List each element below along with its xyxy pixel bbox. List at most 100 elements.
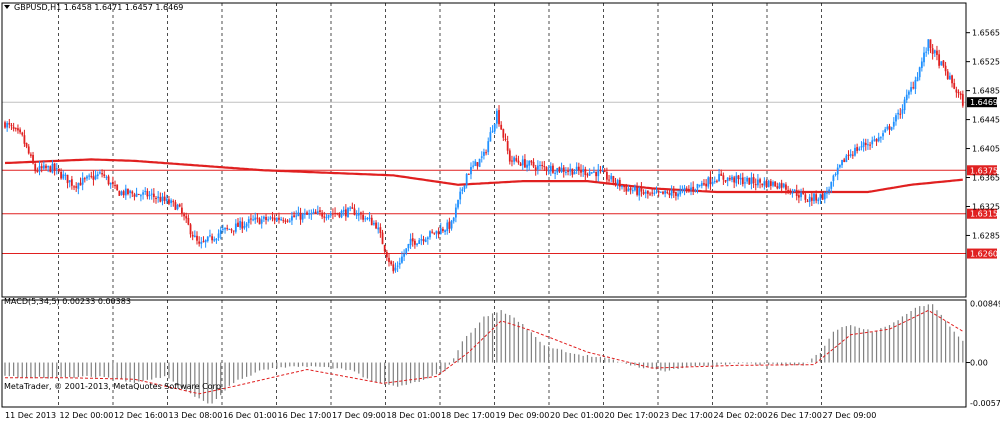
candle-body [431,231,434,233]
candle-body [884,129,887,133]
candle-body [703,183,705,185]
candle-body [668,192,671,196]
candle-body [338,212,341,217]
candle-body [187,217,190,225]
candle-body [826,192,828,194]
candle-body [549,166,552,172]
candle-body [170,200,173,204]
candle-body [381,232,384,245]
candle-body [88,175,91,177]
time-label: 16 Dec 01:00 [223,411,277,420]
price-tick-label: 1.6325 [972,202,1000,211]
candle-body [239,221,242,228]
candle-body [946,71,949,80]
candle-body [148,194,151,197]
candle-body [375,222,377,229]
candle-body [297,212,300,217]
candle-body [836,167,839,175]
candle-body [168,199,170,204]
candle-body [567,170,569,172]
candle-body [785,184,787,190]
candle-body [513,157,516,162]
time-label: 18 Dec 01:00 [387,411,441,420]
candle-body [323,216,326,218]
candle-body [58,168,60,171]
candle-body [275,218,278,222]
time-label: 27 Dec 09:00 [823,411,877,420]
candle-body [183,214,185,217]
candle-body [271,217,274,219]
time-axis: 11 Dec 2013 12 Dec 00:00 12 Dec 16:00 13 De… [5,411,876,420]
candle-body [204,240,207,243]
candle-body [815,194,818,201]
candle-body [142,192,144,195]
candle-body [68,180,71,183]
candle-body [806,200,809,202]
current-price-label: 1.6469 [970,98,998,107]
candle-body [439,228,442,235]
time-label: 11 Dec 2013 [5,411,56,420]
candle-body [741,177,744,185]
candle-body [761,183,764,186]
candle-body [929,39,932,48]
candle-body [377,227,380,230]
candle-body [448,221,451,229]
candle-body [273,217,276,221]
candle-body [519,163,522,166]
candle-body [21,132,24,135]
watermark: MetaTrader, © 2001-2013, MetaQuotes Soft… [4,382,223,391]
candle-body [457,199,459,208]
candle-body [340,211,343,218]
candle-body [843,159,846,162]
candle-body [780,182,783,188]
candle-body [927,39,930,51]
candle-body [127,188,129,195]
trading-chart[interactable]: 1.63751.63151.62601.6469 0.008490.00-0.0… [0,0,1000,423]
candle-body [243,226,246,228]
candle-body [342,210,345,212]
candle-body [677,193,679,197]
candle-body [47,166,50,168]
candle-body [804,194,807,200]
candle-body [767,180,770,188]
candle-body [895,115,897,122]
time-label: 24 Dec 02:00 [714,411,768,420]
candle-body [327,215,330,218]
candle-body [560,168,563,173]
candle-body [437,231,440,235]
candle-body [152,193,155,198]
candle-body [923,52,925,63]
candle-body [543,166,546,168]
candle-body [672,189,675,194]
candle-body [405,248,408,254]
candle-body [385,252,388,258]
candle-body [77,183,80,189]
candle-body [953,83,956,89]
candle-body [165,198,168,202]
candle-body [545,167,548,171]
candle-body [53,163,56,171]
time-label: 13 Dec 08:00 [169,411,223,420]
candle-body [569,168,572,172]
candle-body [403,253,406,257]
price-tick-label: 1.6285 [972,231,1000,240]
candle-body [618,179,621,187]
candle-body [256,217,259,219]
candle-body [573,171,576,175]
candle-body [636,186,638,195]
time-label: 16 Dec 17:00 [278,411,332,420]
candle-body [957,91,960,94]
candle-body [176,204,179,210]
candle-body [631,190,634,192]
macd-tick-label: 0.00 [970,359,988,368]
candle-body [362,214,365,220]
candle-body [905,94,908,100]
chart-header: GBPUSD,H1 1.6458 1.6471 1.6457 1.6469 [4,3,183,12]
candle-body [163,196,166,201]
candle-body [871,140,874,145]
candle-body [634,186,636,191]
candle-body [111,181,114,185]
candle-body [129,190,132,193]
candle-body [644,191,647,194]
candle-body [869,144,871,146]
